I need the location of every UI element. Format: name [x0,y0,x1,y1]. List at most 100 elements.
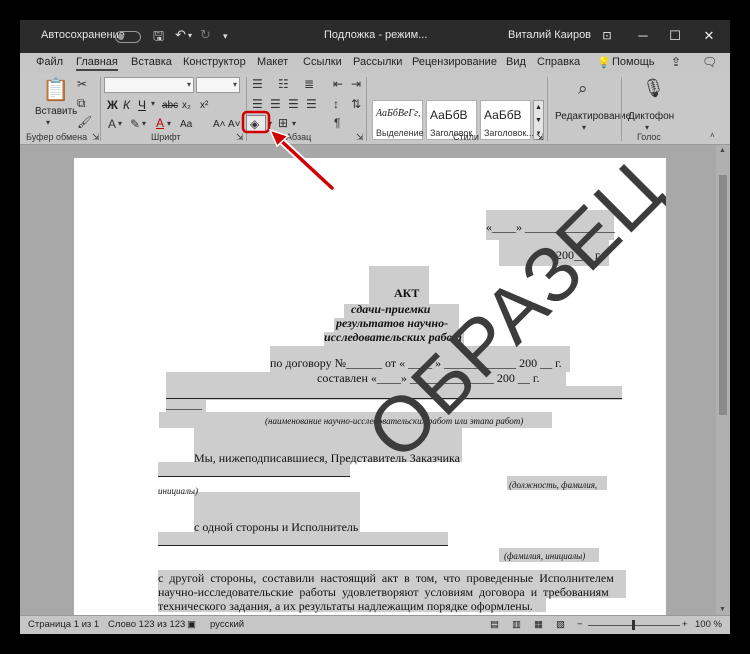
align-left-icon[interactable]: ☰ [252,97,263,111]
zoom-out-icon[interactable]: − [577,619,583,630]
collapse-ribbon-icon[interactable]: ˄ [710,131,715,140]
editing-label[interactable]: Редактирование [555,111,631,122]
focus-mode-icon[interactable]: ▤ [490,619,499,630]
scroll-up-icon[interactable]: ▲ [719,147,726,154]
change-case-button[interactable]: Aa [180,119,192,130]
strikethrough-button[interactable]: abc [162,100,178,111]
borders-dropdown-icon[interactable]: ▾ [292,119,296,128]
initials-caption[interactable]: инициалы) [158,486,198,496]
search-icon[interactable]: ⌕ [578,79,588,99]
paragraph-launcher-icon[interactable]: ⇲ [356,132,364,143]
paragraph-line-3[interactable]: технического задания, а их результаты на… [158,599,533,614]
align-center-icon[interactable]: ☰ [270,97,281,111]
shrink-font-button[interactable]: A˅ [228,119,241,130]
word-count[interactable]: Слово 123 из 123 [108,619,185,630]
tab-home[interactable]: Главная [76,56,118,71]
text-effects-dropdown-icon[interactable]: ▾ [118,119,122,128]
font-color-dropdown-icon[interactable]: ▾ [167,119,171,128]
tab-design[interactable]: Конструктор [183,56,246,68]
dictate-label[interactable]: Диктофон [628,111,674,122]
redo-icon[interactable]: ↻ [200,27,211,43]
proofing-icon[interactable]: ▣ [187,619,196,630]
fio-caption[interactable]: (фамилия, инициалы) [504,551,585,561]
superscript-button[interactable]: x² [200,100,208,111]
tab-file[interactable]: Файл [36,56,63,68]
paste-dropdown-icon[interactable]: ▾ [46,118,50,127]
multilevel-list-icon[interactable]: ≣ [304,77,314,91]
user-name[interactable]: Виталий Каиров [508,29,591,41]
short-line[interactable]: ______ [166,397,202,412]
styles-launcher-icon[interactable]: ⇲ [536,132,544,143]
tab-references[interactable]: Ссылки [303,56,342,68]
show-formatting-icon[interactable]: ¶ [334,116,340,130]
sort-icon[interactable]: ⇅ [351,97,361,111]
paste-icon[interactable]: 📋 [42,77,69,103]
save-icon[interactable]: 🖫 [153,27,164,49]
decrease-indent-icon[interactable]: ⇤ [333,77,343,91]
zoom-level[interactable]: 100 % [695,619,722,630]
shading-button[interactable]: ◈ [246,115,266,133]
tab-review[interactable]: Рецензирование [412,56,497,68]
tab-insert[interactable]: Вставка [131,56,172,68]
one-side-line[interactable]: с одной стороны и Исполнитель [194,520,358,535]
font-launcher-icon[interactable]: ⇲ [236,132,244,143]
paragraph-line-2[interactable]: научно-исследовательские работы удовлетв… [158,585,609,600]
tab-layout[interactable]: Макет [257,56,288,68]
ribbon-options-icon[interactable]: ⊡ [596,26,618,46]
act-subtitle-1[interactable]: сдачи-приемки [351,302,430,317]
document-page[interactable]: «____» _______________ 200___ г. АКТ сда… [74,158,666,618]
lightbulb-icon[interactable]: 💡 [597,56,611,69]
cut-icon[interactable]: ✂ [77,77,87,91]
comments-icon[interactable]: 🗨 [702,55,717,69]
page-count[interactable]: Страница 1 из 1 [28,619,99,630]
underline-button[interactable]: Ч [138,98,146,112]
tab-tell-me[interactable]: Помощь [612,56,655,68]
text-effects-icon[interactable]: A [108,117,116,131]
style-heading2[interactable]: АаБбВ Заголовок... [480,100,534,140]
subscript-button[interactable]: x₂ [182,100,191,111]
editing-dropdown-icon[interactable]: ▾ [582,123,586,132]
web-layout-icon[interactable]: ▧ [556,619,565,630]
font-name-combo[interactable]: ▾ [104,77,194,93]
tab-mailings[interactable]: Рассылки [353,56,402,68]
tab-view[interactable]: Вид [506,56,526,68]
bullets-icon[interactable]: ☰ [252,77,263,91]
close-button[interactable]: ✕ [698,26,720,46]
autosave-toggle[interactable] [115,31,141,43]
minimize-button[interactable]: ─ [632,26,654,46]
font-name-dropdown-icon[interactable]: ▾ [187,80,191,89]
position-caption[interactable]: (должность, фамилия, [509,480,597,490]
clipboard-launcher-icon[interactable]: ⇲ [92,132,100,143]
underline-dropdown-icon[interactable]: ▾ [151,99,155,108]
vertical-scrollbar[interactable]: ▲ ▼ [716,145,730,615]
align-right-icon[interactable]: ☰ [288,97,299,111]
bold-button[interactable]: Ж [107,98,118,112]
zoom-slider-thumb[interactable] [632,620,635,630]
quick-access-icon[interactable]: ▾ [223,31,228,42]
share-icon[interactable]: ⇪ [671,55,681,69]
tab-help[interactable]: Справка [537,56,580,68]
increase-indent-icon[interactable]: ⇥ [351,77,361,91]
style-emphasis[interactable]: АаБбВеГг, Выделение [372,100,424,140]
format-painter-icon[interactable]: 🖌 [77,115,92,129]
read-mode-icon[interactable]: ▥ [512,619,521,630]
font-size-dropdown-icon[interactable]: ▾ [233,80,237,89]
borders-icon[interactable]: ⊞ [278,116,288,130]
line-spacing-icon[interactable]: ↕ [333,97,339,111]
dictate-dropdown-icon[interactable]: ▾ [645,123,649,132]
scroll-down-icon[interactable]: ▼ [719,606,726,613]
shading-dropdown-icon[interactable]: ▾ [268,119,272,128]
act-title[interactable]: АКТ [394,286,419,301]
microphone-icon[interactable]: 🎙 [642,78,665,99]
paste-label[interactable]: Вставить [35,106,77,117]
print-layout-icon[interactable]: ▦ [534,619,543,630]
highlight-dropdown-icon[interactable]: ▾ [142,119,146,128]
undo-icon[interactable]: ↶ [175,27,186,43]
grow-font-button[interactable]: A˄ [213,119,226,130]
italic-button[interactable]: К [123,98,130,112]
paragraph-line-1[interactable]: с другой стороны, составили настоящий ак… [158,571,614,586]
highlight-color-icon[interactable]: ✎ [130,117,140,131]
font-color-icon[interactable]: A [156,116,164,130]
copy-icon[interactable]: ⧉ [77,96,86,111]
justify-icon[interactable]: ☰ [306,97,317,111]
